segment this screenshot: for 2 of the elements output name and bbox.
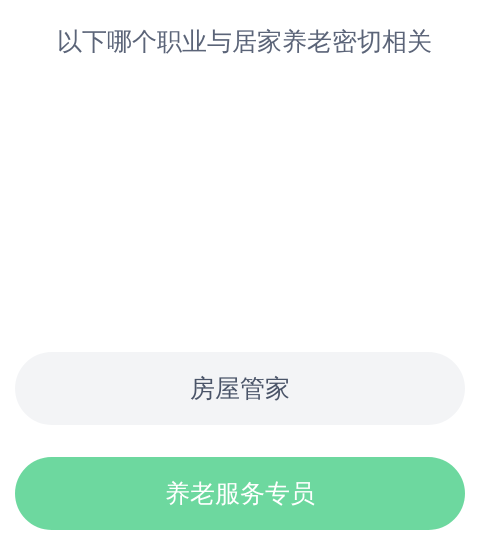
question-text: 以下哪个职业与居家养老密切相关 [56,26,433,58]
answer-option[interactable]: 房屋管家 [15,352,465,425]
